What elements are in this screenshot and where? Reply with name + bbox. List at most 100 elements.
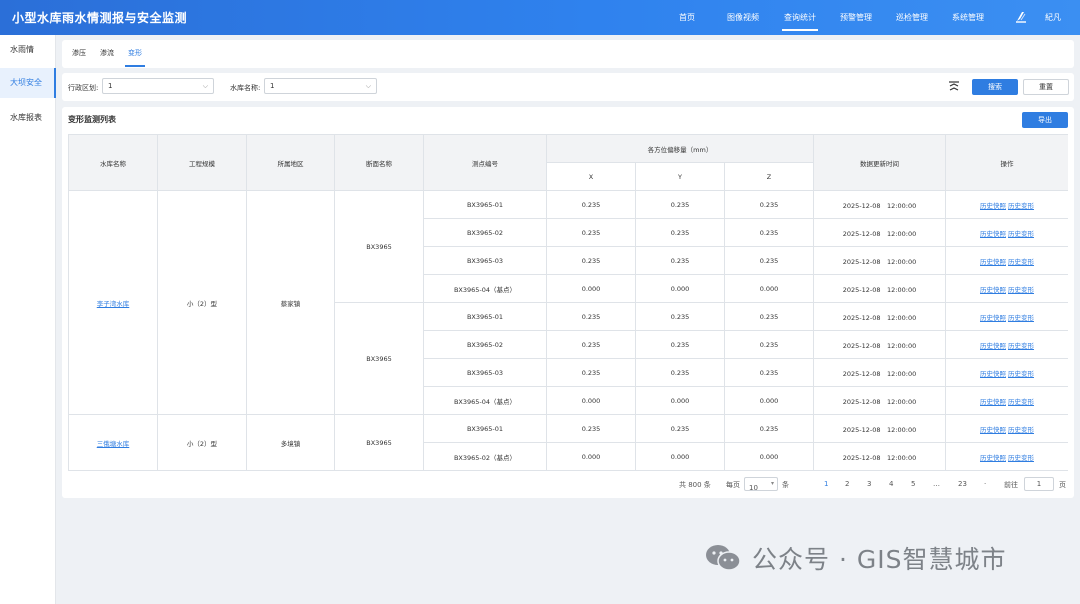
tab-1[interactable]: 渗流 — [100, 48, 114, 58]
table-row: 李子湾水库 小（2）型 蔡家镇 BX3965 BX3965-01 0.235 0.235 0.… — [68, 190, 1068, 415]
ops-cell: 历史快照 历史变形 — [945, 386, 1068, 415]
user-logo-icon[interactable] — [1014, 10, 1028, 24]
collapse-icon[interactable] — [948, 80, 960, 92]
ops-cell: 历史快照 历史变形 — [945, 274, 1068, 303]
page-0[interactable]: 1 — [824, 480, 828, 488]
list-title: 变形监测列表 — [68, 115, 116, 124]
point-cell: BX3965-02（基点） — [423, 442, 547, 471]
nav-item-5[interactable]: 系统管理 — [952, 12, 984, 23]
history-deformation-link[interactable]: 历史变形 — [1008, 398, 1034, 406]
reservoir-cell: 李子湾水库 — [68, 190, 158, 415]
history-deformation-link[interactable]: 历史变形 — [1008, 342, 1034, 350]
header-z: Z — [724, 162, 814, 191]
point-cell: BX3965-02 — [423, 218, 547, 247]
history-deformation-link[interactable]: 历史变形 — [1008, 426, 1034, 434]
page-3[interactable]: 4 — [889, 480, 893, 488]
history-deformation-link[interactable]: 历史变形 — [1008, 454, 1034, 462]
y-cell: 0.235 — [635, 246, 725, 275]
tab-2[interactable]: 变形 — [125, 48, 145, 67]
history-snapshot-link[interactable]: 历史快照 — [980, 258, 1006, 266]
nav-item-2[interactable]: 查询统计 — [782, 12, 818, 31]
point-cell: BX3965-01 — [423, 190, 547, 219]
updated-cell: 2025-12-08 12:00:00 — [813, 190, 946, 219]
page-1[interactable]: 2 — [845, 480, 849, 488]
updated-cell: 2025-12-08 12:00:00 — [813, 414, 946, 443]
z-cell: 0.235 — [724, 414, 814, 443]
user-name[interactable]: 紀凡 — [1045, 12, 1061, 23]
region-label: 行政区划: — [68, 84, 99, 92]
history-snapshot-link[interactable]: 历史快照 — [980, 314, 1006, 322]
chevron-down-icon: ⌵ — [202, 82, 208, 90]
history-snapshot-link[interactable]: 历史快照 — [980, 426, 1006, 434]
export-button[interactable]: 导出 — [1022, 112, 1068, 128]
watermark-text: 公众号 · GIS智慧城市 — [752, 545, 1007, 574]
reservoir-link[interactable]: 李子湾水库 — [97, 300, 130, 308]
reservoir-link[interactable]: 三俄塘水库 — [97, 440, 130, 448]
page-2[interactable]: 3 — [867, 480, 871, 488]
point-cell: BX3965-01 — [423, 414, 547, 443]
page-7[interactable]: · — [984, 480, 986, 488]
x-cell: 0.235 — [546, 330, 636, 359]
reservoir-select[interactable]: 1 ⌵ — [264, 78, 377, 94]
table-scroll-area[interactable]: 水库名称 工程规模 所属地区 断面名称 测点编号 各方位偏移量（mm） 数据更新… — [68, 134, 1068, 471]
history-snapshot-link[interactable]: 历史快照 — [980, 370, 1006, 378]
pagination: 共 800 条 每页 10 ▾ 条 1 2 3 4 5… 23 · 前往 1 页 — [62, 476, 1074, 494]
point-cell: BX3965-03 — [423, 358, 547, 387]
header-reservoir: 水库名称 — [68, 134, 158, 191]
history-snapshot-link[interactable]: 历史快照 — [980, 286, 1006, 294]
updated-cell: 2025-12-08 12:00:00 — [813, 302, 946, 331]
history-snapshot-link[interactable]: 历史快照 — [980, 342, 1006, 350]
x-cell: 0.235 — [546, 218, 636, 247]
z-cell: 0.235 — [724, 246, 814, 275]
x-cell: 0.000 — [546, 274, 636, 303]
point-cell: BX3965-01 — [423, 302, 547, 331]
sidebar: 水雨情 大坝安全水库报表 — [0, 35, 56, 604]
history-deformation-link[interactable]: 历史变形 — [1008, 286, 1034, 294]
nav-item-3[interactable]: 预警管理 — [840, 12, 872, 23]
history-deformation-link[interactable]: 历史变形 — [1008, 314, 1034, 322]
y-cell: 0.235 — [635, 302, 725, 331]
tab-0[interactable]: 渗压 — [72, 48, 86, 58]
goto-page-input[interactable]: 1 — [1024, 477, 1054, 491]
history-deformation-link[interactable]: 历史变形 — [1008, 258, 1034, 266]
page-4[interactable]: 5 — [911, 480, 915, 488]
page-6[interactable]: 23 — [958, 480, 967, 488]
page-5[interactable]: … — [933, 480, 940, 488]
z-cell: 0.000 — [724, 386, 814, 415]
z-cell: 0.235 — [724, 358, 814, 387]
nav-item-1[interactable]: 图像视频 — [727, 12, 759, 23]
watermark: 公众号 · GIS智慧城市 — [704, 540, 1006, 576]
z-cell: 0.000 — [724, 442, 814, 471]
tabs-panel: 渗压 渗流 变形 — [62, 40, 1074, 68]
sidebar-item-2[interactable]: 水库报表 — [0, 103, 56, 133]
reservoir-cell: 三俄塘水库 — [68, 414, 158, 471]
history-snapshot-link[interactable]: 历史快照 — [980, 398, 1006, 406]
section-cell: BX3965 — [334, 302, 424, 415]
history-deformation-link[interactable]: 历史变形 — [1008, 202, 1034, 210]
scale-cell: 小（2）型 — [157, 414, 247, 471]
y-cell: 0.000 — [635, 442, 725, 471]
ops-cell: 历史快照 历史变形 — [945, 414, 1068, 443]
history-snapshot-link[interactable]: 历史快照 — [980, 230, 1006, 238]
x-cell: 0.235 — [546, 358, 636, 387]
region-cell: 多境镇 — [246, 414, 335, 471]
reset-button[interactable]: 重置 — [1023, 79, 1069, 95]
search-button[interactable]: 搜索 — [972, 79, 1018, 95]
nav-item-4[interactable]: 巡检管理 — [896, 12, 928, 23]
sidebar-item-0[interactable]: 水雨情 — [0, 35, 56, 65]
history-deformation-link[interactable]: 历史变形 — [1008, 230, 1034, 238]
scale-cell: 小（2）型 — [157, 190, 247, 415]
region-select[interactable]: 1 ⌵ — [102, 78, 214, 94]
header-point: 测点编号 — [423, 134, 547, 191]
nav-item-0[interactable]: 首页 — [679, 12, 695, 23]
history-snapshot-link[interactable]: 历史快照 — [980, 202, 1006, 210]
header-displacement: 各方位偏移量（mm） — [546, 134, 814, 163]
x-cell: 0.235 — [546, 190, 636, 219]
sidebar-item-1[interactable]: 大坝安全 — [0, 68, 56, 98]
per-page-select[interactable]: 10 ▾ — [744, 477, 778, 492]
header-y: Y — [635, 162, 725, 191]
table-row: 三俄塘水库 小（2）型 多境镇 BX3965 BX3965-01 0.235 0.235 0.… — [68, 414, 1068, 471]
history-snapshot-link[interactable]: 历史快照 — [980, 454, 1006, 462]
point-cell: BX3965-03 — [423, 246, 547, 275]
history-deformation-link[interactable]: 历史变形 — [1008, 370, 1034, 378]
